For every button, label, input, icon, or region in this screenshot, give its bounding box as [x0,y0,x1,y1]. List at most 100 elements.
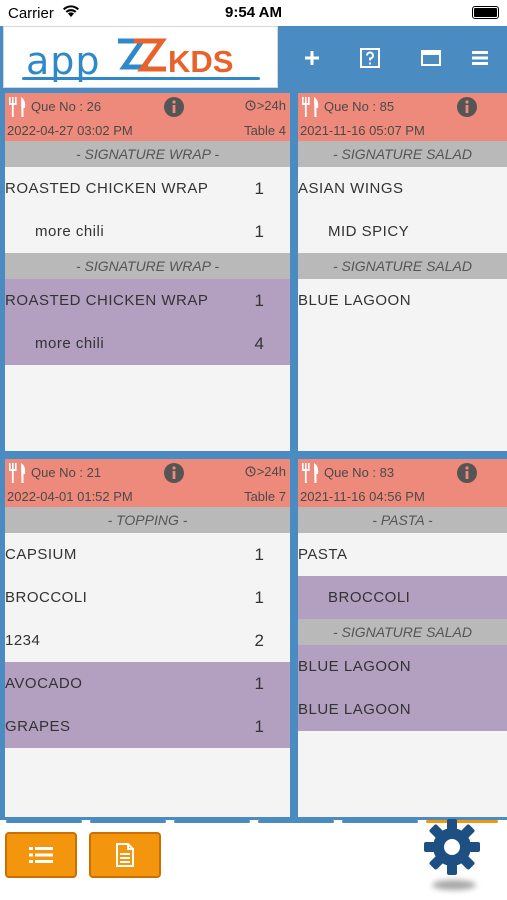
info-icon [457,463,477,483]
app-header: app KDS [0,26,507,90]
info-icon [164,463,184,483]
order-item-row[interactable]: BLUE LAGOON [298,688,507,731]
settings-button[interactable] [420,815,484,879]
order-header[interactable]: Que No : 85 2021-11-16 05:07 PM [298,93,507,141]
clock: 9:54 AM [225,4,282,21]
item-quantity: 4 [254,334,264,353]
item-name: BROCCOLI [328,589,411,606]
course-section-header: - SIGNATURE SALAD [298,253,507,279]
modifier-row[interactable]: more chili 1 [5,210,290,253]
item-name: GRAPES [5,718,71,735]
queue-number: Que No : 83 [324,465,395,480]
window-icon [421,50,441,66]
clock-icon [245,100,256,111]
course-section-header: - TOPPING - [5,507,290,533]
order-card[interactable]: Que No : 21 >24h 2022-04-01 01:52 PM Table … [5,459,290,817]
order-list-button[interactable] [5,832,77,878]
course-section-header: - SIGNATURE SALAD [298,619,507,645]
order-header[interactable]: Que No : 21 >24h 2022-04-01 01:52 PM Table … [5,459,290,507]
order-item-row[interactable]: GRAPES 1 [5,705,290,748]
info-button[interactable] [456,96,478,121]
queue-number: Que No : 85 [324,99,395,114]
document-icon [116,843,134,867]
cutlery-icon [301,96,321,121]
order-item-row[interactable]: PASTA [298,533,507,576]
clock-icon [245,466,256,477]
app-logo: app KDS [3,26,278,88]
elapsed-time: >24h [245,98,286,113]
modifier-row[interactable]: MID SPICY [298,210,507,253]
logo-z-mark [112,33,172,82]
add-icon [305,51,319,65]
course-section-header: - PASTA - [298,507,507,533]
order-item-row[interactable]: AVOCADO 1 [5,662,290,705]
page-indicator [90,820,166,823]
course-section-header: - SIGNATURE WRAP - [5,253,290,279]
item-name: PASTA [298,546,348,563]
info-button[interactable] [456,462,478,487]
item-quantity: 1 [254,291,264,310]
order-item-row[interactable]: CAPSIUM 1 [5,533,290,576]
order-card[interactable]: Que No : 85 2021-11-16 05:07 PM - SIGNATUR… [298,93,507,451]
queue-number: Que No : 26 [31,99,102,114]
order-header[interactable]: Que No : 26 >24h 2022-04-27 03:02 PM Table … [5,93,290,141]
list-icon [29,847,53,863]
modifier-row[interactable]: BROCCOLI [298,576,507,619]
help-icon [360,48,380,68]
info-icon [164,97,184,117]
window-button[interactable] [413,40,449,76]
settings-shadow [432,880,476,890]
item-quantity: 1 [254,179,264,198]
order-item-row[interactable]: ASIAN WINGS [298,167,507,210]
menu-button[interactable] [462,40,498,76]
logo-kds-text: KDS [168,44,234,79]
order-header[interactable]: Que No : 83 2021-11-16 04:56 PM [298,459,507,507]
item-name: BROCCOLI [5,589,88,606]
add-order-button[interactable] [294,40,330,76]
cutlery-icon [8,462,28,487]
order-card[interactable]: Que No : 83 2021-11-16 04:56 PM - PASTA - P… [298,459,507,817]
info-icon [457,97,477,117]
item-name: CAPSIUM [5,546,77,563]
order-item-row[interactable]: 1234 2 [5,619,290,662]
report-button[interactable] [89,832,161,878]
item-name: ROASTED CHICKEN WRAP [5,180,209,197]
item-name: MID SPICY [328,223,410,240]
modifier-row[interactable]: more chili 4 [5,322,290,365]
course-section-header: - SIGNATURE SALAD [298,141,507,167]
item-name: BLUE LAGOON [298,701,412,718]
status-bar: Carrier 9:54 AM [0,0,507,26]
item-name: ROASTED CHICKEN WRAP [5,292,209,309]
table-number: Table 4 [244,123,286,138]
info-button[interactable] [163,462,185,487]
order-item-row[interactable]: BLUE LAGOON [298,279,507,322]
item-name: more chili [35,335,105,352]
course-section-header: - SIGNATURE WRAP - [5,141,290,167]
item-quantity: 1 [254,588,264,607]
item-name: 1234 [5,632,41,649]
item-name: more chili [35,223,105,240]
page-indicator [258,820,334,823]
bottom-toolbar [0,819,507,900]
order-datetime: 2021-11-16 05:07 PM [300,123,425,138]
order-item-row[interactable]: ROASTED CHICKEN WRAP 1 [5,279,290,322]
item-name: BLUE LAGOON [298,658,412,675]
item-quantity: 1 [254,222,264,241]
item-quantity: 1 [254,545,264,564]
help-button[interactable] [352,40,388,76]
order-datetime: 2022-04-27 03:02 PM [7,123,133,138]
order-datetime: 2021-11-16 04:56 PM [300,489,425,504]
item-quantity: 1 [254,674,264,693]
page-indicator [342,820,418,823]
info-button[interactable] [163,96,185,121]
elapsed-label: >24h [256,98,286,113]
order-card[interactable]: Que No : 26 >24h 2022-04-27 03:02 PM Table … [5,93,290,451]
page-indicator [6,820,82,823]
table-number: Table 7 [244,489,286,504]
item-quantity: 2 [254,631,264,650]
order-item-row[interactable]: BLUE LAGOON [298,645,507,688]
order-item-row[interactable]: BROCCOLI 1 [5,576,290,619]
order-item-row[interactable]: ROASTED CHICKEN WRAP 1 [5,167,290,210]
gear-icon [424,819,480,875]
item-name: AVOCADO [5,675,83,692]
